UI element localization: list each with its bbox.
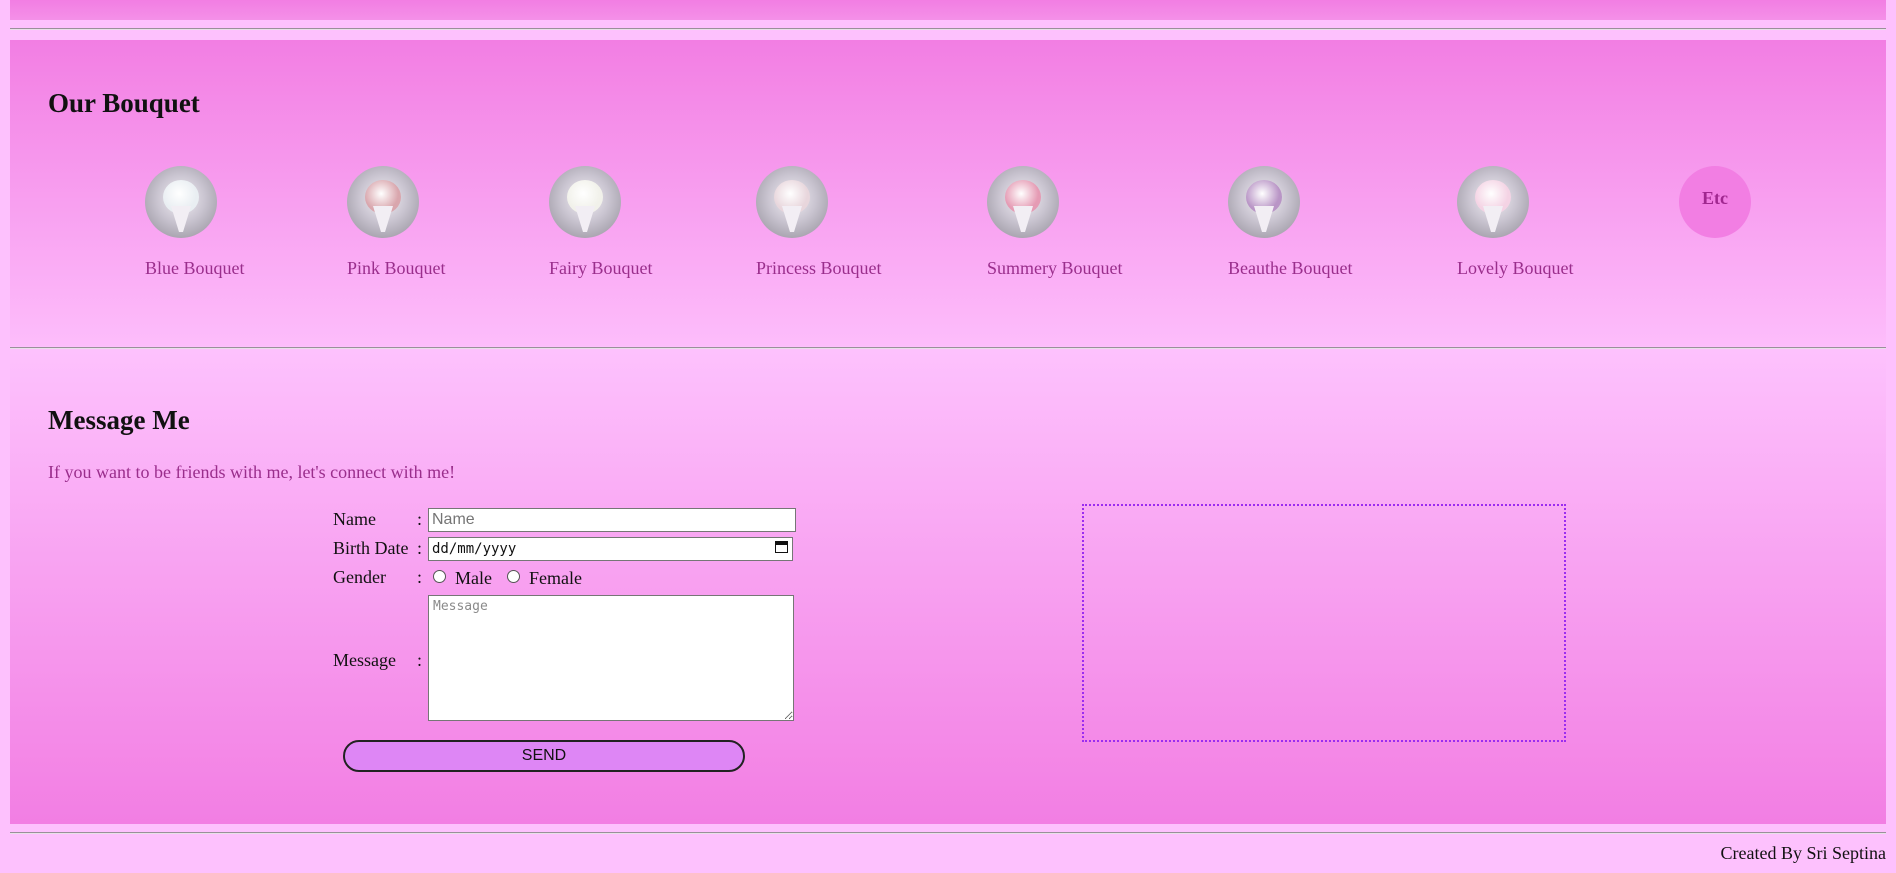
message-label: Message (333, 650, 396, 670)
princess-bouquet-image[interactable] (756, 166, 828, 238)
bouquet-heading: Our Bouquet (48, 88, 200, 118)
name-label: Name (333, 509, 376, 529)
lovely-bouquet-image[interactable] (1457, 166, 1529, 238)
etc-bouquet-link[interactable]: Etc (1679, 166, 1751, 238)
message-section: Message Me If you want to be friends wit… (10, 352, 1886, 824)
bouquet-label[interactable]: Fairy Bouquet (549, 258, 653, 279)
bouquet-section: Our Bouquet Blue Bouquet Pink Bouquet Fa… (10, 40, 1886, 346)
bouquet-item-fairy[interactable]: Fairy Bouquet (549, 166, 653, 278)
footer-credit: Created By Sri Septina (1720, 843, 1886, 863)
bouquet-item-blue[interactable]: Blue Bouquet (145, 166, 245, 278)
bouquet-item-princess[interactable]: Princess Bouquet (756, 166, 882, 278)
message-heading: Message Me (48, 405, 190, 435)
send-button[interactable]: SEND (343, 740, 745, 772)
message-textarea[interactable] (428, 595, 794, 721)
bouquet-item-summery[interactable]: Summery Bouquet (987, 166, 1123, 278)
blue-bouquet-image[interactable] (145, 166, 217, 238)
divider-bottom (10, 832, 1886, 834)
message-intro: If you want to be friends with me, let's… (48, 462, 456, 482)
divider-middle (10, 347, 1886, 349)
divider-top (10, 28, 1886, 30)
birth-date-placeholder: dd/mm/yyyy (432, 541, 517, 557)
bouquet-label[interactable]: Lovely Bouquet (1457, 258, 1573, 279)
birth-date-colon: : (417, 538, 423, 558)
bouquet-label[interactable]: Princess Bouquet (756, 258, 882, 279)
pink-bouquet-image[interactable] (347, 166, 419, 238)
bouquet-item-beauthe[interactable]: Beauthe Bouquet (1228, 166, 1352, 278)
name-input[interactable] (428, 508, 796, 532)
bouquet-label[interactable]: Blue Bouquet (145, 258, 245, 279)
calendar-icon[interactable] (775, 541, 788, 553)
gender-male-label[interactable]: Male (455, 568, 492, 589)
beauthe-bouquet-image[interactable] (1228, 166, 1300, 238)
gender-male-radio[interactable] (433, 570, 446, 583)
bouquet-label[interactable]: Summery Bouquet (987, 258, 1123, 279)
top-header-strip (10, 0, 1886, 20)
gender-female-label[interactable]: Female (529, 568, 582, 589)
map-embed[interactable] (1082, 504, 1566, 742)
bouquet-label[interactable]: Beauthe Bouquet (1228, 258, 1352, 279)
bouquet-label[interactable]: Pink Bouquet (347, 258, 446, 279)
message-colon: : (417, 650, 423, 670)
bouquet-item-lovely[interactable]: Lovely Bouquet (1457, 166, 1573, 278)
bouquet-item-pink[interactable]: Pink Bouquet (347, 166, 446, 278)
birth-date-label: Birth Date (333, 538, 409, 558)
gender-label: Gender (333, 567, 386, 587)
gender-female-radio[interactable] (507, 570, 520, 583)
fairy-bouquet-image[interactable] (549, 166, 621, 238)
birth-date-input[interactable]: dd/mm/yyyy (428, 537, 793, 561)
summery-bouquet-image[interactable] (987, 166, 1059, 238)
name-colon: : (417, 509, 423, 529)
gender-colon: : (417, 567, 423, 587)
